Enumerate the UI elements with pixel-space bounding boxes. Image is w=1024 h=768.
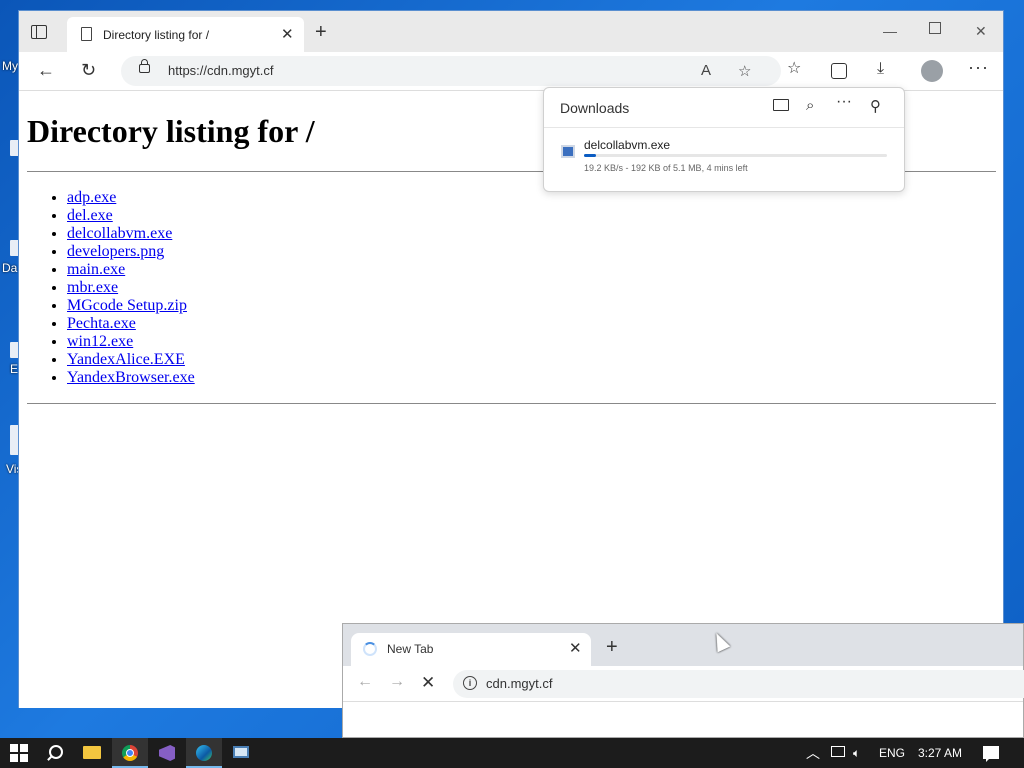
file-list-item: MGcode Setup.zip: [67, 297, 195, 315]
file-link[interactable]: win12.exe: [67, 333, 133, 350]
new-tab-button[interactable]: +: [315, 22, 327, 42]
edge-toolbar: ← ↻ https://cdn.mgyt.cf A ☆ ☆ ⤓ ···: [19, 52, 1003, 91]
search-icon[interactable]: ⌕: [806, 97, 814, 114]
file-list-item: win12.exe: [67, 333, 195, 351]
exe-file-icon: [561, 145, 575, 158]
file-list-item: main.exe: [67, 261, 195, 279]
tab-new-tab[interactable]: New Tab ✕: [351, 633, 591, 666]
star-plus-icon[interactable]: ☆: [738, 62, 751, 80]
downloads-title: Downloads: [560, 100, 630, 116]
pin-icon[interactable]: ⚲: [870, 97, 881, 115]
arrow-left-icon[interactable]: ←: [37, 61, 55, 79]
close-tab-icon[interactable]: ✕: [281, 25, 294, 43]
tab-title: New Tab: [387, 642, 434, 656]
file-link[interactable]: Pechta.exe: [67, 315, 136, 332]
file-link[interactable]: delcollabvm.exe: [67, 225, 172, 242]
download-icon[interactable]: ⤓: [877, 61, 884, 77]
tab-directory-listing[interactable]: Directory listing for / ✕: [67, 17, 304, 52]
edge-icon: [196, 745, 212, 761]
file-list-item: developers.png: [67, 243, 195, 261]
new-tab-button[interactable]: +: [606, 637, 618, 657]
info-icon[interactable]: i: [463, 676, 477, 690]
file-link[interactable]: MGcode Setup.zip: [67, 297, 187, 314]
file-list-item: YandexBrowser.exe: [67, 369, 195, 387]
desktop-icon-label-2[interactable]: Da: [2, 261, 17, 275]
minimize-button[interactable]: —: [883, 23, 897, 39]
taskbar-remote-desktop[interactable]: [223, 738, 259, 768]
folder-icon[interactable]: [773, 99, 789, 111]
address-url[interactable]: cdn.mgyt.cf: [486, 676, 552, 691]
collections-icon[interactable]: [831, 63, 847, 79]
folder-icon: [83, 746, 101, 759]
taskbar-visual-studio[interactable]: [149, 738, 185, 768]
chrome-toolbar: ← → ✕ i cdn.mgyt.cf: [343, 666, 1024, 702]
downloads-flyout: Downloads ⌕ ··· ⚲ delcollabvm.exe 19.2 K…: [543, 87, 905, 192]
page-heading: Directory listing for /: [27, 113, 315, 149]
chrome-icon: [122, 745, 138, 761]
notification-icon[interactable]: [983, 746, 999, 762]
file-link[interactable]: del.exe: [67, 207, 113, 224]
maximize-button[interactable]: [929, 22, 941, 34]
download-progress-fill: [584, 154, 597, 157]
taskbar-edge[interactable]: [186, 738, 222, 768]
more-icon[interactable]: ···: [968, 58, 989, 76]
search-icon[interactable]: [46, 743, 66, 763]
stop-loading-icon[interactable]: ✕: [421, 674, 435, 691]
file-list-item: delcollabvm.exe: [67, 225, 195, 243]
clock[interactable]: 3:27 AM: [918, 745, 962, 761]
windows-start-icon[interactable]: [10, 744, 28, 762]
close-tab-icon[interactable]: ✕: [569, 639, 582, 657]
profile-avatar[interactable]: [921, 60, 943, 82]
chrome-tab-bar: New Tab ✕ +: [343, 624, 1023, 666]
taskbar-file-explorer[interactable]: [74, 738, 110, 768]
chrome-window: New Tab ✕ + ← → ✕ i cdn.mgyt.cf: [342, 623, 1024, 738]
lock-icon[interactable]: [139, 59, 150, 73]
file-list-item: YandexAlice.EXE: [67, 351, 195, 369]
favorites-icon[interactable]: ☆: [787, 61, 801, 77]
desktop-icon-label-3[interactable]: E: [10, 362, 18, 376]
file-list: adp.exedel.exedelcollabvm.exedevelopers.…: [67, 189, 195, 387]
tab-bar: Directory listing for / ✕ + — ✕: [19, 11, 1003, 52]
separator: [544, 127, 904, 128]
file-link[interactable]: YandexBrowser.exe: [67, 369, 195, 386]
chevron-up-icon[interactable]: ︿: [806, 745, 820, 761]
file-list-item: Pechta.exe: [67, 315, 195, 333]
taskbar: ︿ 🔈︎ ENG 3:27 AM: [0, 738, 1024, 768]
file-link[interactable]: mbr.exe: [67, 279, 118, 296]
file-link[interactable]: developers.png: [67, 243, 164, 260]
address-url[interactable]: https://cdn.mgyt.cf: [168, 63, 274, 78]
file-link[interactable]: main.exe: [67, 261, 125, 278]
refresh-icon[interactable]: ↻: [81, 61, 96, 79]
loading-spinner-icon: [363, 642, 377, 656]
close-window-button[interactable]: ✕: [975, 23, 987, 40]
more-options-icon[interactable]: ···: [836, 93, 852, 111]
visual-studio-icon: [159, 745, 175, 761]
document-icon: [81, 27, 92, 41]
address-bar[interactable]: i cdn.mgyt.cf: [453, 670, 1024, 698]
edge-window: Directory listing for / ✕ + — ✕ ← ↻ http…: [18, 10, 1004, 708]
remote-desktop-icon: [233, 746, 249, 758]
tab-actions-icon[interactable]: [31, 25, 47, 39]
divider: [27, 403, 996, 404]
address-bar[interactable]: https://cdn.mgyt.cf A ☆: [121, 56, 781, 86]
download-filename[interactable]: delcollabvm.exe: [584, 138, 670, 152]
tab-title: Directory listing for /: [103, 28, 210, 42]
download-progress-bar: [584, 154, 887, 157]
desktop-icon-label-1[interactable]: My: [2, 59, 18, 73]
volume-muted-icon[interactable]: 🔈︎: [853, 745, 860, 761]
read-aloud-icon[interactable]: A: [701, 62, 711, 79]
taskbar-chrome[interactable]: [112, 738, 148, 768]
arrow-left-icon[interactable]: ←: [357, 674, 373, 690]
file-link[interactable]: adp.exe: [67, 189, 116, 206]
file-list-item: mbr.exe: [67, 279, 195, 297]
arrow-right-icon[interactable]: →: [389, 674, 405, 690]
language-indicator[interactable]: ENG: [879, 745, 905, 761]
file-link[interactable]: YandexAlice.EXE: [67, 351, 185, 368]
download-status: 19.2 KB/s - 192 KB of 5.1 MB, 4 mins lef…: [584, 163, 748, 173]
file-list-item: adp.exe: [67, 189, 195, 207]
file-list-item: del.exe: [67, 207, 195, 225]
network-icon[interactable]: [831, 746, 845, 757]
